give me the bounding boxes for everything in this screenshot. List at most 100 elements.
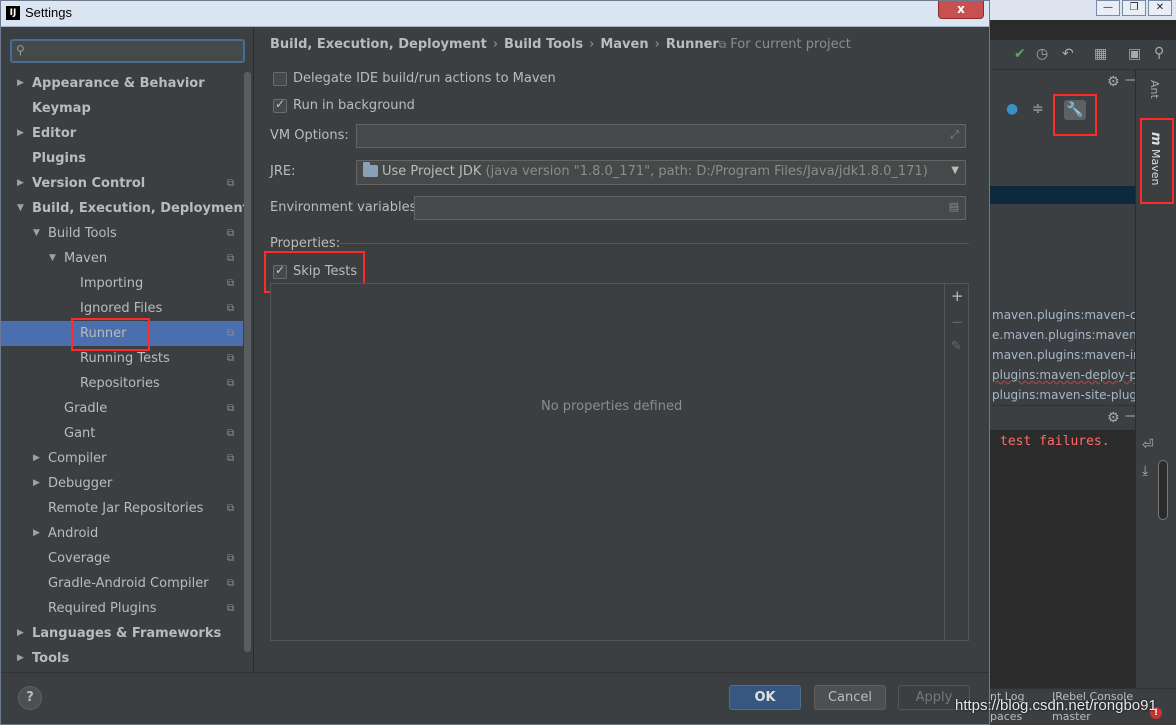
tree-item-label: Gradle-Android Compiler xyxy=(48,576,209,591)
ant-tab[interactable]: Ant xyxy=(1148,80,1161,99)
revert-icon[interactable]: ↶ xyxy=(1062,46,1074,62)
tree-item-label: Tools xyxy=(32,651,70,666)
chevron-down-icon[interactable]: ▼ xyxy=(33,221,40,246)
tree-item-editor[interactable]: ▶ Editor xyxy=(1,121,243,146)
tree-item-label: Android xyxy=(48,526,99,541)
tree-scrollbar[interactable] xyxy=(244,72,251,652)
collapse-icon[interactable]: ≑ xyxy=(1032,101,1044,117)
chevron-right-icon[interactable]: ▶ xyxy=(33,446,40,471)
gear-icon[interactable]: ⚙ xyxy=(1107,410,1120,426)
project-scope-icon: ⧉ xyxy=(227,278,235,289)
tree-item-plugins[interactable]: Plugins xyxy=(1,146,243,171)
tree-item-repositories[interactable]: Repositories ⧉ xyxy=(1,371,243,396)
remove-icon[interactable]: − xyxy=(951,313,964,331)
chevron-down-icon[interactable]: ▼ xyxy=(49,246,56,271)
ide-titlebar: — ❐ ✕ xyxy=(990,0,1176,20)
memory-indicator xyxy=(1158,460,1168,520)
properties-divider xyxy=(340,243,969,244)
tree-item-gant[interactable]: Gant ⧉ xyxy=(1,421,243,446)
empty-properties-text: No properties defined xyxy=(541,399,683,414)
search-everywhere-icon[interactable]: ⚲ xyxy=(1154,45,1164,61)
env-vars-field[interactable]: ▤ xyxy=(414,196,966,220)
jre-detail: (java version "1.8.0_171", path: D:/Prog… xyxy=(485,164,928,179)
tree-item-version-control[interactable]: ▶ Version Control ⧉ xyxy=(1,171,243,196)
tree-item-label: Compiler xyxy=(48,451,107,466)
tree-item-required-plugins[interactable]: Required Plugins ⧉ xyxy=(1,596,243,621)
browse-icon[interactable]: ▤ xyxy=(949,200,959,213)
tree-item-label: Importing xyxy=(80,276,144,291)
tree-item-gradle[interactable]: Gradle ⧉ xyxy=(1,396,243,421)
project-structure-icon[interactable]: ▦ xyxy=(1094,46,1107,62)
tree-item-tools[interactable]: ▶ Tools xyxy=(1,646,243,671)
expand-icon[interactable]: ⤢ xyxy=(950,128,959,142)
layout-icon[interactable]: ▣ xyxy=(1128,46,1141,62)
restore-icon[interactable]: ❐ xyxy=(1122,0,1146,16)
vm-options-field[interactable]: ⤢ xyxy=(356,124,966,148)
search-icon: ⚲ xyxy=(16,43,25,57)
chevron-right-icon[interactable]: ▶ xyxy=(33,521,40,546)
gear-icon[interactable]: ⚙ xyxy=(1107,74,1120,90)
tree-item-appearance-behavior[interactable]: ▶ Appearance & Behavior xyxy=(1,71,243,96)
tree-item-gradle-android-compiler[interactable]: Gradle-Android Compiler ⧉ xyxy=(1,571,243,596)
chevron-right-icon[interactable]: ▶ xyxy=(17,71,24,96)
wrap-icon[interactable]: ⏎ xyxy=(1142,437,1154,453)
ok-button[interactable]: OK xyxy=(729,685,801,710)
properties-table[interactable]: No properties defined + − ✎ xyxy=(270,283,969,641)
run-in-background-checkbox[interactable] xyxy=(273,97,287,113)
project-scope-icon: ⧉ xyxy=(227,378,235,389)
scroll-end-icon[interactable]: ⤓ xyxy=(1142,463,1148,479)
add-icon[interactable]: + xyxy=(951,287,964,305)
ide-toolbar: ✔ ◷ ↶ ▦ ▣ ⚲ xyxy=(990,40,1176,70)
jre-selected-value: Use Project JDK (java version "1.8.0_171… xyxy=(382,164,928,179)
properties-title: Properties: xyxy=(270,236,341,251)
tree-item-importing[interactable]: Importing ⧉ xyxy=(1,271,243,296)
tree-item-keymap[interactable]: Keymap xyxy=(1,96,243,121)
plugin-line: plugins:maven-deploy-plugi xyxy=(992,368,1159,382)
project-scope-icon: ⧉ xyxy=(227,328,235,339)
help-button[interactable]: ? xyxy=(18,686,42,710)
delegate-checkbox[interactable] xyxy=(273,72,287,86)
minimize-icon[interactable]: — xyxy=(1096,0,1120,16)
tree-item-label: Editor xyxy=(32,126,77,141)
tree-item-build-execution-deployment[interactable]: ▼ Build, Execution, Deployment xyxy=(1,196,249,221)
breadcrumb-item: Build Tools xyxy=(504,37,584,52)
maven-selected-row xyxy=(990,186,1135,204)
chevron-right-icon[interactable]: ▶ xyxy=(17,646,24,671)
tree-item-languages-frameworks[interactable]: ▶ Languages & Frameworks xyxy=(1,621,243,646)
for-current-project: ⧉ For current project xyxy=(719,37,851,52)
chevron-right-icon[interactable]: ▶ xyxy=(33,471,40,496)
download-icon[interactable]: ● xyxy=(1006,101,1018,117)
close-icon[interactable]: ✕ xyxy=(1148,0,1172,16)
chevron-right-icon[interactable]: ▶ xyxy=(17,621,24,646)
search-input[interactable] xyxy=(34,42,234,60)
dialog-title: Settings xyxy=(25,5,72,20)
tree-item-coverage[interactable]: Coverage ⧉ xyxy=(1,546,243,571)
project-scope-icon: ⧉ xyxy=(227,403,235,414)
folder-icon xyxy=(363,162,378,177)
chevron-down-icon[interactable]: ▼ xyxy=(17,196,24,221)
tree-item-compiler[interactable]: ▶ Compiler ⧉ xyxy=(1,446,243,471)
env-vars-label: Environment variables: xyxy=(270,200,421,215)
tree-item-remote-jar-repositories[interactable]: Remote Jar Repositories ⧉ xyxy=(1,496,243,521)
tree-item-label: Gant xyxy=(64,426,96,441)
jre-dropdown[interactable]: Use Project JDK (java version "1.8.0_171… xyxy=(356,160,966,185)
project-scope-icon: ⧉ xyxy=(227,428,235,439)
tree-item-maven[interactable]: ▼ Maven ⧉ xyxy=(1,246,243,271)
close-button[interactable]: x xyxy=(938,1,984,19)
for-current-project-label: For current project xyxy=(730,37,851,52)
history-icon[interactable]: ◷ xyxy=(1036,46,1048,62)
project-scope-icon: ⧉ xyxy=(227,553,235,564)
tree-item-android[interactable]: ▶ Android xyxy=(1,521,243,546)
chevron-right-icon[interactable]: ▶ xyxy=(17,171,24,196)
search-box[interactable]: ⚲ xyxy=(10,39,245,63)
tree-item-build-tools[interactable]: ▼ Build Tools ⧉ xyxy=(1,221,243,246)
tree-item-debugger[interactable]: ▶ Debugger xyxy=(1,471,243,496)
chevron-right-icon[interactable]: ▶ xyxy=(17,121,24,146)
edit-icon[interactable]: ✎ xyxy=(951,339,962,354)
highlight-wrench xyxy=(1053,94,1097,136)
check-icon[interactable]: ✔ xyxy=(1014,46,1026,62)
cancel-button[interactable]: Cancel xyxy=(814,685,886,710)
tree-item-label: Languages & Frameworks xyxy=(32,626,222,641)
run-tool-window: ⚙ — test failures. xyxy=(990,405,1139,725)
breadcrumb: Build, Execution, Deployment › Build Tools… xyxy=(270,37,719,52)
